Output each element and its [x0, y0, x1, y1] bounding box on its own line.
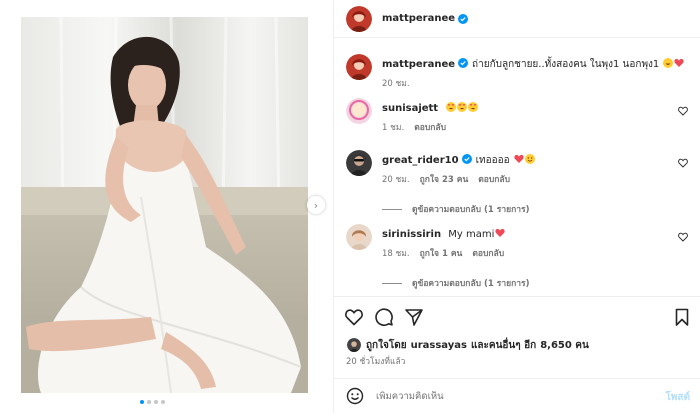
red-heart-icon — [495, 228, 506, 237]
smiling-face-emoji-icon — [524, 154, 535, 164]
comments-list: mattperanee ถ่ายกับลูกชายย..ทั้งสองคน ในพ… — [334, 38, 700, 296]
commenter-avatar[interactable] — [346, 98, 372, 124]
share-button[interactable] — [404, 307, 424, 327]
grin-emoji-icon — [663, 58, 674, 68]
carousel-dot — [140, 400, 144, 404]
comment-username[interactable]: sirinissirin — [382, 229, 441, 240]
share-icon — [405, 309, 423, 326]
likes-prefix: ถูกใจโดย — [366, 339, 407, 351]
comment-input[interactable] — [376, 390, 646, 402]
post-modal: › mattperanee mattperanee ถ่ายกับลูกชายย… — [0, 0, 700, 413]
author-avatar[interactable] — [346, 5, 372, 32]
comment-likes[interactable]: ถูกใจ 23 คน — [420, 172, 469, 186]
verified-badge-icon — [458, 58, 469, 68]
emoji-icon — [346, 387, 364, 405]
comment-username[interactable]: sunisajett — [382, 103, 438, 114]
like-comment-heart-icon[interactable] — [678, 106, 688, 116]
likes-count[interactable]: 8,650 คน — [540, 338, 589, 353]
heart-eyes-emoji-icon — [457, 102, 468, 112]
carousel-dot — [161, 400, 165, 404]
post-side-panel: mattperanee mattperanee ถ่ายกับลูกชายย..ท… — [334, 0, 700, 413]
author-username[interactable]: mattperanee — [382, 13, 455, 24]
carousel-dot — [154, 400, 158, 404]
caption-text: ถ่ายกับลูกชายย..ทั้งสองคน ในพุง1 นอกพุง1 — [472, 59, 660, 70]
red-heart-icon — [514, 154, 524, 163]
post-time-ago[interactable]: 20 ชั่วโมงที่แล้ว — [346, 354, 405, 368]
likes-middle[interactable]: และคนอื่นๆ อีก — [471, 338, 536, 353]
view-replies-button[interactable]: ดูข้อความตอบกลับ (1 รายการ) — [382, 276, 529, 290]
post-header: mattperanee — [334, 0, 700, 38]
heart-eyes-emoji-icon — [446, 102, 457, 112]
emoji-picker-button[interactable] — [346, 387, 364, 405]
comment-button[interactable] — [374, 307, 394, 327]
bookmark-icon — [675, 308, 689, 326]
save-button[interactable] — [672, 307, 692, 327]
likes-summary: ถูกใจโดย urassayas และคนอื่นๆ อีก 8,650 … — [346, 337, 589, 353]
media-pane: › — [0, 0, 334, 413]
reply-button[interactable]: ตอบกลับ — [414, 120, 446, 134]
comment-likes[interactable]: ถูกใจ 1 คน — [420, 246, 463, 260]
caption-item: mattperanee ถ่ายกับลูกชายย..ทั้งสองคน ในพ… — [346, 54, 696, 94]
comment-text: My mami — [448, 229, 495, 240]
like-comment-heart-icon[interactable] — [678, 158, 688, 168]
comment-time: 18 ชม. — [382, 249, 410, 259]
verified-badge-icon — [461, 154, 472, 164]
carousel-dots — [140, 400, 165, 404]
view-replies-label: ดูข้อความตอบกลับ (1 รายการ) — [412, 205, 530, 215]
verified-badge-icon — [458, 13, 469, 24]
heart-eyes-emoji-icon — [468, 102, 479, 112]
liker-username[interactable]: urassayas — [411, 340, 467, 351]
action-bar — [334, 296, 700, 336]
comment-icon — [375, 308, 393, 327]
view-replies-label: ดูข้อความตอบกลับ (1 รายการ) — [412, 279, 530, 289]
carousel-dot — [147, 400, 151, 404]
caption-time: 20 ชม. — [382, 79, 410, 89]
commenter-avatar[interactable] — [346, 150, 372, 176]
comment-composer: โพสต์ — [334, 378, 700, 413]
chevron-right-icon: › — [313, 198, 319, 212]
reply-button[interactable]: ตอบกลับ — [472, 246, 504, 260]
commenter-avatar[interactable] — [346, 224, 372, 250]
comment-item: sunisajett 1 ชม. ตอบกลับ — [346, 98, 696, 138]
view-replies-button[interactable]: ดูข้อความตอบกลับ (1 รายการ) — [382, 202, 529, 216]
like-comment-heart-icon[interactable] — [678, 232, 688, 242]
caption-username[interactable]: mattperanee — [382, 59, 455, 70]
comment-item: great_rider10 เทออออ 20 ชม. ถูกใจ 23 คน ต… — [346, 150, 696, 220]
post-photo — [21, 17, 308, 393]
next-slide-button[interactable]: › — [307, 196, 325, 214]
comment-time: 20 ชม. — [382, 175, 410, 185]
comment-item: sirinissirin My mami 18 ชม. ถูกใจ 1 คน ต… — [346, 224, 696, 294]
comment-time: 1 ชม. — [382, 123, 405, 133]
comment-username[interactable]: great_rider10 — [382, 155, 459, 166]
heart-icon — [345, 309, 363, 326]
red-heart-icon — [674, 58, 685, 67]
author-avatar[interactable] — [346, 54, 372, 80]
reply-button[interactable]: ตอบกลับ — [478, 172, 510, 186]
liker-avatar[interactable] — [346, 337, 362, 353]
like-button[interactable] — [344, 307, 364, 327]
post-comment-button[interactable]: โพสต์ — [665, 390, 690, 405]
comment-text: เทออออ — [475, 155, 510, 166]
